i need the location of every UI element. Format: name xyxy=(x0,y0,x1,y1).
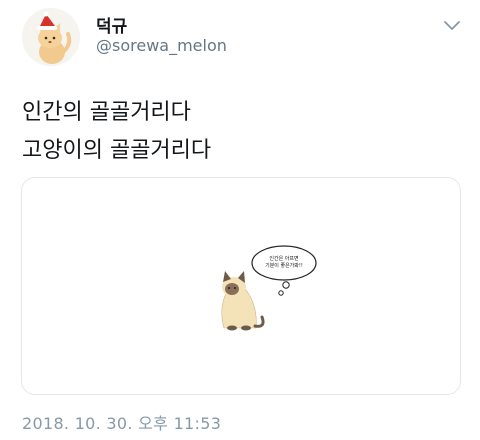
user-handle[interactable]: @sorewa_melon xyxy=(96,36,227,55)
speech-bubble-line: 기분이 좋은가봐!! xyxy=(265,263,303,269)
tweet-text-line: 고양이의 골골거리다 xyxy=(22,138,212,163)
chevron-down-icon xyxy=(444,21,460,30)
tweet-text-line: 인간의 골골거리다 xyxy=(22,100,191,125)
avatar-cat-image xyxy=(22,8,80,66)
tweet-text: 인간의 골골거리다 고양이의 골골거리다 xyxy=(22,94,211,170)
tweet-timestamp[interactable]: 2018. 10. 30. 오후 11:53 xyxy=(22,410,221,434)
tweet-card: 덕규 @sorewa_melon 인간의 골골거리다 고양이의 골골거리다 인간… xyxy=(0,0,480,440)
speech-bubble-text: 인간은 아프면 기분이 좋은가봐!! xyxy=(256,256,312,270)
tweet-media[interactable]: 인간은 아프면 기분이 좋은가봐!! xyxy=(21,177,461,395)
display-name[interactable]: 덕규 xyxy=(96,12,127,37)
avatar[interactable] xyxy=(22,8,80,66)
more-options-button[interactable] xyxy=(438,12,466,40)
speech-bubble-line: 인간은 아프면 xyxy=(269,256,299,262)
media-illustration xyxy=(221,245,317,331)
